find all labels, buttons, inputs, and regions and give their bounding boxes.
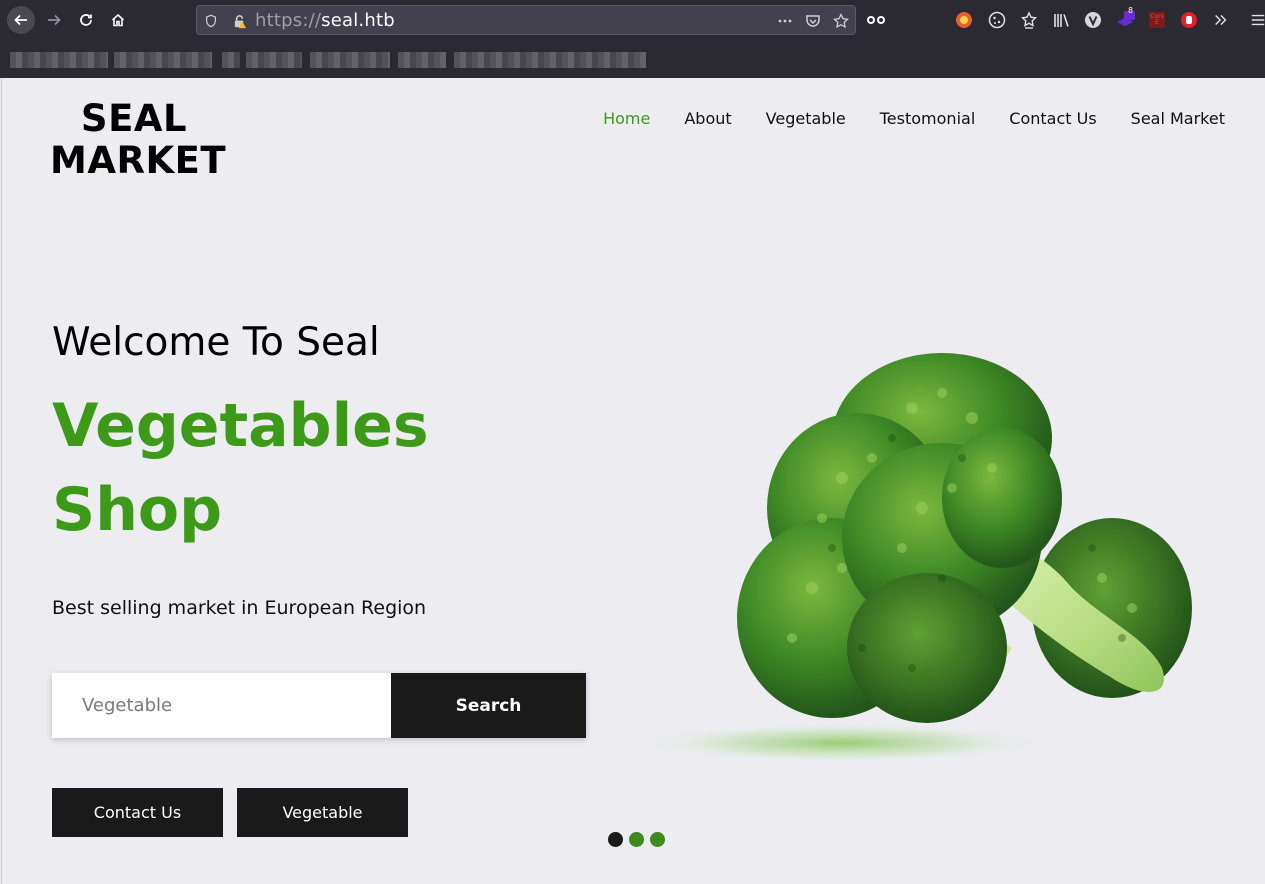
- cors-extension-icon[interactable]: Cors E: [1147, 10, 1167, 30]
- nav-seal-market[interactable]: Seal Market: [1131, 109, 1225, 128]
- pocket-icon[interactable]: [805, 13, 821, 29]
- nav-vegetable[interactable]: Vegetable: [766, 109, 846, 128]
- nav-testimonial[interactable]: Testomonial: [880, 109, 976, 128]
- logo-line-1: SEAL: [80, 97, 188, 140]
- url-text[interactable]: https://seal.htb: [255, 10, 395, 31]
- bookmark-star-icon[interactable]: [833, 13, 849, 29]
- nav-about[interactable]: About: [684, 109, 731, 128]
- bookmark-item[interactable]: [222, 52, 240, 68]
- search-form: Search: [52, 673, 586, 738]
- cors-label: Cors E: [1150, 13, 1164, 26]
- star-list-icon[interactable]: [1019, 10, 1039, 30]
- url-host: seal.htb: [321, 10, 395, 31]
- broccoli-image: [642, 353, 1192, 763]
- headline-line-2: Shop: [52, 475, 223, 545]
- private-mask-icon[interactable]: [866, 10, 886, 30]
- headline-line-1: Vegetables: [52, 391, 429, 461]
- bookmark-item[interactable]: [310, 52, 390, 68]
- bookmark-item[interactable]: [10, 52, 108, 68]
- browser-toolbar: https://seal.htb 8 Cors E: [0, 0, 1265, 40]
- carousel-indicators: [608, 832, 665, 847]
- hero-headline: Vegetables Shop: [52, 384, 429, 552]
- menu-icon[interactable]: [1248, 10, 1265, 30]
- stop-extension-icon[interactable]: [1179, 10, 1199, 30]
- hero-tagline: Best selling market in European Region: [52, 597, 427, 619]
- home-button[interactable]: [104, 6, 132, 34]
- contact-us-button[interactable]: Contact Us: [52, 788, 223, 837]
- bookmark-item[interactable]: [114, 52, 212, 68]
- browser-chrome: https://seal.htb 8 Cors E: [0, 0, 1265, 78]
- carousel-dot-2[interactable]: [629, 832, 644, 847]
- url-bar[interactable]: https://seal.htb: [196, 5, 856, 35]
- v-extension-icon[interactable]: [1083, 10, 1103, 30]
- logo-line-2: MARKET: [50, 139, 227, 182]
- back-button[interactable]: [7, 6, 35, 34]
- overflow-chevron-icon[interactable]: [1211, 10, 1231, 30]
- home-icon: [111, 13, 125, 27]
- cookie-icon[interactable]: [987, 10, 1007, 30]
- vegetable-button[interactable]: Vegetable: [237, 788, 408, 837]
- carousel-dot-1[interactable]: [608, 832, 623, 847]
- bookmark-item[interactable]: [398, 52, 446, 68]
- arrow-left-icon: [14, 14, 27, 26]
- library-icon[interactable]: [1051, 10, 1071, 30]
- site-logo[interactable]: SEAL MARKET: [50, 97, 227, 182]
- bookmarks-toolbar: [10, 48, 650, 72]
- reload-button[interactable]: [72, 6, 100, 34]
- bookmark-item[interactable]: [454, 52, 646, 68]
- page-viewport: SEAL MARKET Home About Vegetable Testomo…: [1, 78, 1265, 884]
- search-input[interactable]: [52, 673, 391, 738]
- stack-extension-icon[interactable]: 8: [1115, 6, 1135, 30]
- forward-button[interactable]: [40, 6, 68, 34]
- welcome-heading: Welcome To Seal: [52, 320, 380, 365]
- insecure-lock-icon[interactable]: [231, 13, 247, 29]
- arrow-right-icon: [48, 14, 61, 26]
- url-scheme: https://: [255, 10, 322, 31]
- carousel-dot-3[interactable]: [650, 832, 665, 847]
- pulse-icon[interactable]: [954, 10, 974, 30]
- shield-icon[interactable]: [203, 13, 219, 29]
- extension-badge: 8: [1128, 6, 1134, 15]
- nav-contact-us[interactable]: Contact Us: [1009, 109, 1096, 128]
- nav-home[interactable]: Home: [603, 109, 650, 128]
- more-actions-icon[interactable]: [777, 13, 793, 29]
- search-button[interactable]: Search: [391, 673, 586, 738]
- bookmark-item[interactable]: [246, 52, 302, 68]
- reload-icon: [80, 14, 92, 26]
- main-nav: Home About Vegetable Testomonial Contact…: [603, 109, 1225, 128]
